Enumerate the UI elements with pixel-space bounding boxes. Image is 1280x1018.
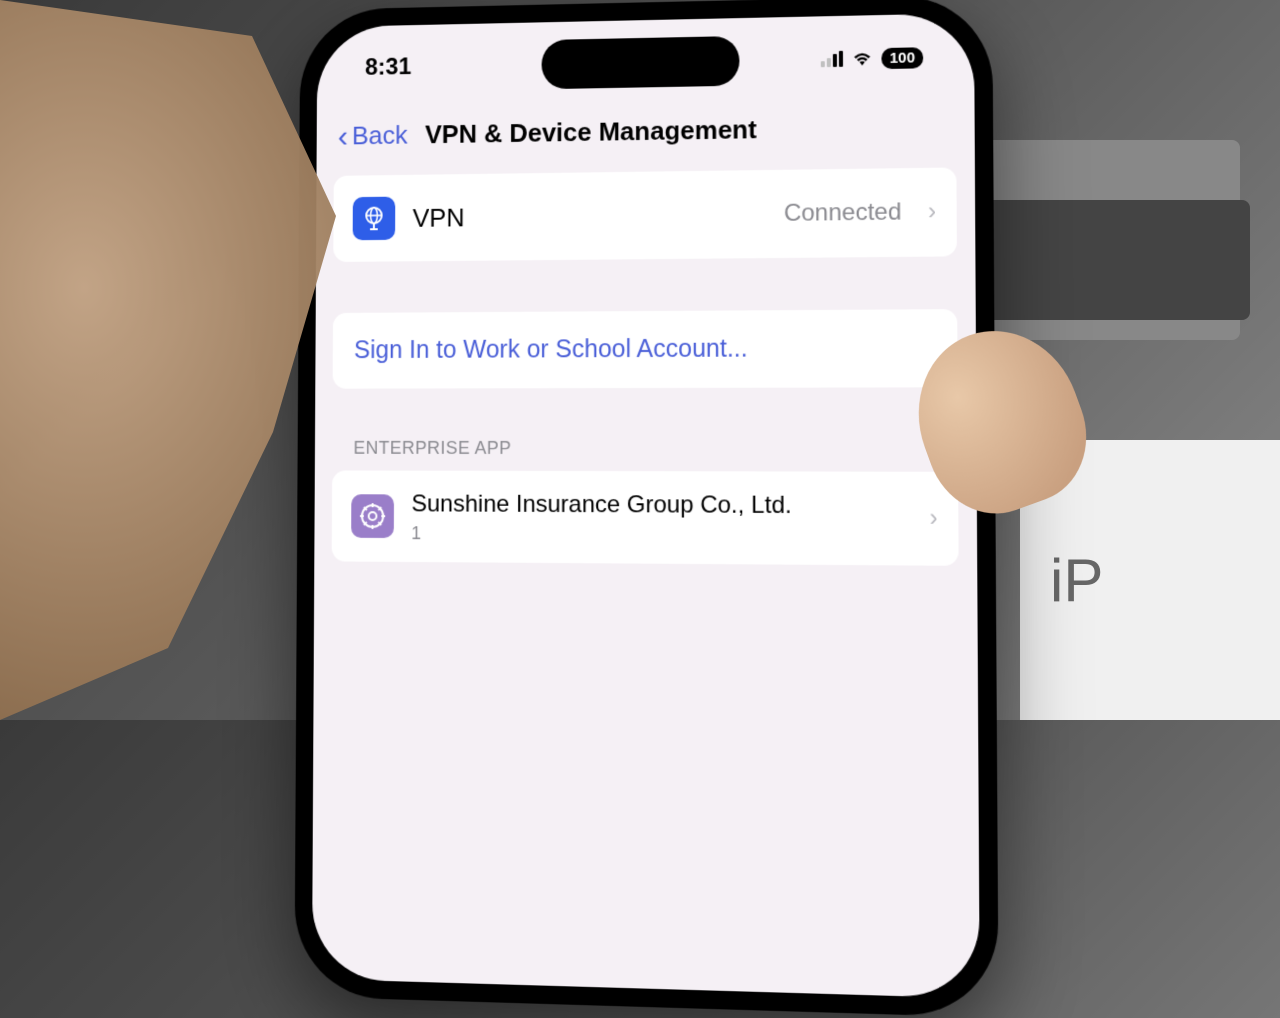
phone-screen: 8:31 100 ‹ Back VPN & Device Management (312, 13, 980, 998)
cellular-signal-icon (821, 51, 843, 67)
vpn-icon (353, 197, 396, 241)
chevron-right-icon: › (929, 504, 937, 533)
gear-icon (351, 494, 394, 538)
vpn-row[interactable]: VPN Connected › (333, 167, 957, 262)
enterprise-app-row[interactable]: Sunshine Insurance Group Co., Ltd. 1 › (332, 470, 959, 566)
enterprise-app-count: 1 (411, 523, 903, 547)
background-stack-2 (960, 200, 1250, 320)
vpn-label: VPN (413, 199, 766, 234)
phone-frame: 8:31 100 ‹ Back VPN & Device Management (294, 0, 998, 1018)
vpn-status: Connected (784, 198, 902, 227)
back-label: Back (352, 120, 408, 151)
bg-text: iP (1050, 546, 1103, 615)
dynamic-island (542, 36, 740, 89)
chevron-right-icon: › (928, 198, 936, 226)
page-title: VPN & Device Management (425, 114, 757, 150)
settings-content: VPN Connected › Sign In to Work or Schoo… (314, 167, 977, 586)
wifi-icon (851, 50, 873, 66)
status-right: 100 (821, 47, 923, 70)
back-button[interactable]: ‹ Back (338, 117, 408, 154)
chevron-left-icon: ‹ (338, 118, 348, 154)
battery-badge: 100 (881, 47, 923, 69)
sign-in-label: Sign In to Work or School Account... (354, 334, 748, 364)
status-time: 8:31 (365, 53, 411, 81)
enterprise-section-header: ENTERPRISE APP (315, 387, 977, 472)
sign-in-row[interactable]: Sign In to Work or School Account... (333, 309, 958, 389)
enterprise-text: Sunshine Insurance Group Co., Ltd. 1 (411, 488, 903, 547)
navigation-bar: ‹ Back VPN & Device Management (316, 83, 974, 176)
enterprise-app-name: Sunshine Insurance Group Co., Ltd. (411, 488, 902, 521)
